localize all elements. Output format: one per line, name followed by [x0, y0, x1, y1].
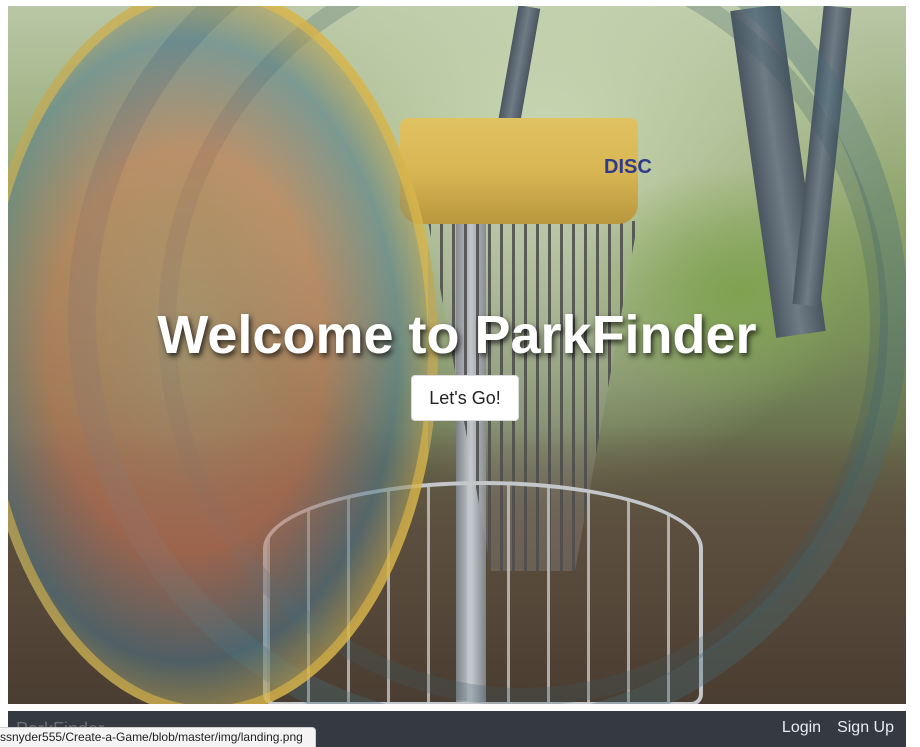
hero-title: Welcome to ParkFinder	[157, 305, 757, 365]
signup-link[interactable]: Sign Up	[837, 719, 894, 737]
login-link[interactable]: Login	[782, 719, 821, 737]
lets-go-button[interactable]: Let's Go!	[411, 375, 519, 421]
hero-section: DISC Welcome to ParkFinder Let's Go!	[8, 6, 906, 704]
navbar-links: Login Sign Up	[782, 719, 894, 737]
status-bar-url: ssnyder555/Create-a-Game/blob/master/img…	[0, 727, 316, 747]
